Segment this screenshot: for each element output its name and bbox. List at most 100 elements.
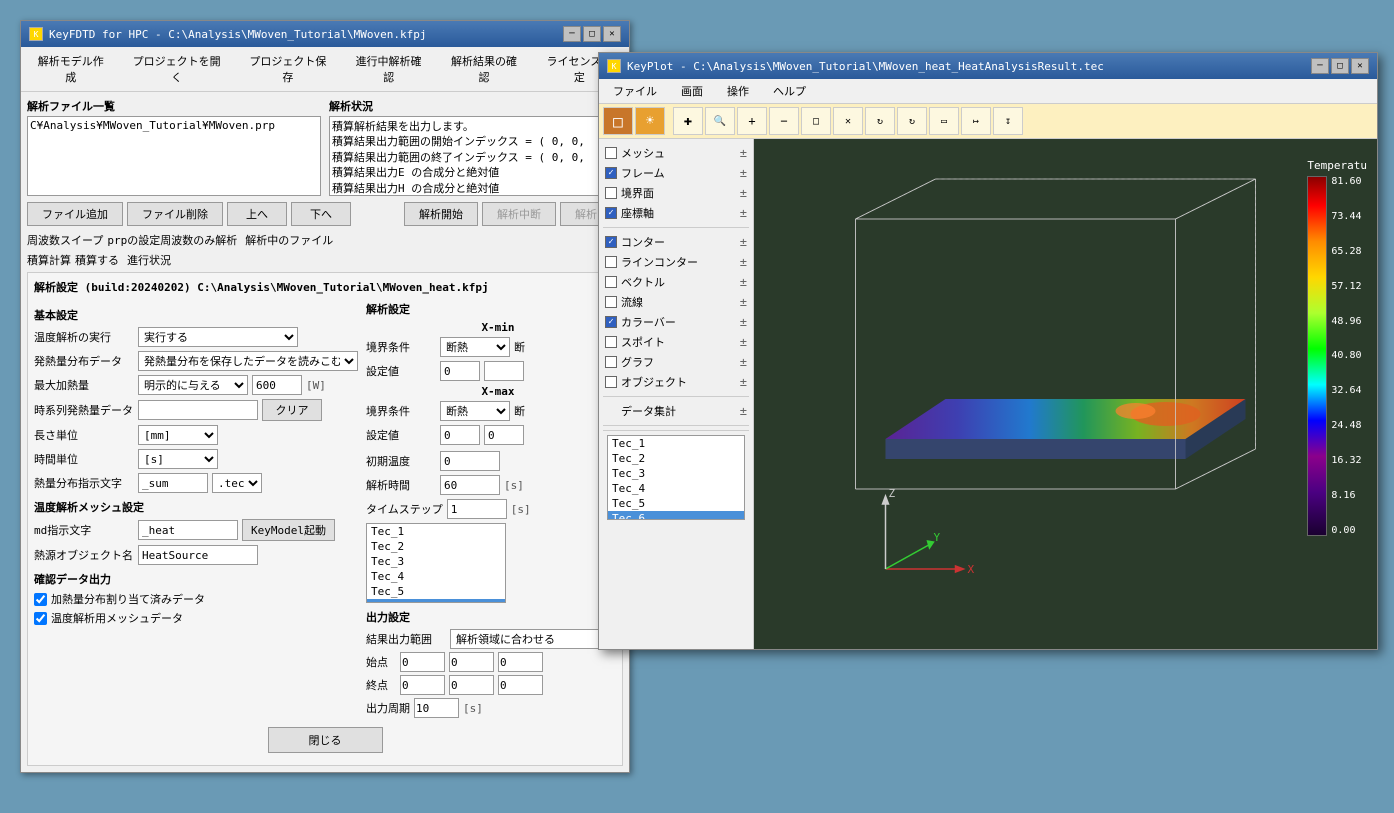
mesh-plus[interactable]: ± [740,146,747,160]
graph-checkbox[interactable] [605,356,617,368]
end-x[interactable] [400,675,445,695]
colorbar-plus[interactable]: ± [740,315,747,329]
start-y[interactable] [449,652,494,672]
close-button[interactable]: ✕ [603,26,621,42]
tec-item-0[interactable]: Tec_1 [367,524,505,539]
menu-model[interactable]: 解析モデル作成 [23,49,118,89]
heat-text-input[interactable] [138,473,208,493]
time-unit-select[interactable]: [s] [138,449,218,469]
axes-plus[interactable]: ± [740,206,747,220]
analysis-time-input[interactable] [440,475,500,495]
mesh-item[interactable]: メッシュ ± [603,143,749,163]
kp-minimize-button[interactable]: ─ [1311,58,1329,74]
end-z[interactable] [498,675,543,695]
initial-temp-input[interactable] [440,451,500,471]
move-up-button[interactable]: 上へ [227,202,287,226]
maximize-button[interactable]: □ [583,26,601,42]
tec-item-1[interactable]: Tec_2 [367,539,505,554]
object-item[interactable]: オブジェクト ± [603,372,749,392]
max-heat-mode-select[interactable]: 明示的に与える [138,375,248,395]
view-3d-button[interactable]: □ [603,107,633,135]
frame-plus[interactable]: ± [740,166,747,180]
file-delete-button[interactable]: ファイル削除 [127,202,223,226]
start-z[interactable] [498,652,543,672]
set-xmin-input1[interactable] [440,361,480,381]
kp-tec-1[interactable]: Tec_1 [608,436,744,451]
frame-item[interactable]: ✓ フレーム ± [603,163,749,183]
analysis-start-button[interactable]: 解析開始 [404,202,478,226]
move-button[interactable]: ✚ [673,107,703,135]
graph-item[interactable]: グラフ ± [603,352,749,372]
kp-close-button[interactable]: ✕ [1351,58,1369,74]
data-summary-item[interactable]: データ集計 ± [603,401,749,421]
menu-results[interactable]: 解析結果の確認 [436,49,531,89]
temp-exec-select[interactable]: 実行する [138,327,298,347]
zoom-rect-button[interactable]: 🔍 [705,107,735,135]
kp-tec-5[interactable]: Tec_5 [608,496,744,511]
boundary-item[interactable]: 境界面 ± [603,183,749,203]
vector-checkbox[interactable] [605,276,617,288]
time-series-input[interactable] [138,400,258,420]
length-unit-select[interactable]: [mm] [138,425,218,445]
export-button[interactable]: ↧ [993,107,1023,135]
timestep-input[interactable] [447,499,507,519]
minimize-button[interactable]: ─ [563,26,581,42]
line-contour-item[interactable]: ラインコンター ± [603,252,749,272]
menu-progress[interactable]: 進行中解析確認 [341,49,436,89]
colorbar-item[interactable]: ✓ カラーバー ± [603,312,749,332]
sun-button[interactable]: ☀ [635,107,665,135]
kp-tec-2[interactable]: Tec_2 [608,451,744,466]
rotate-button[interactable]: ↻ [865,107,895,135]
eyedropper-plus[interactable]: ± [740,335,747,349]
axes-item[interactable]: ✓ 座標軸 ± [603,203,749,223]
kp-tec-list[interactable]: Tec_1 Tec_2 Tec_3 Tec_4 Tec_5 Tec_6 [607,435,745,520]
tec-file-list[interactable]: Tec_1 Tec_2 Tec_3 Tec_4 Tec_5 Tec_6 [366,523,506,603]
confirm-check-0[interactable] [34,593,47,606]
streamline-item[interactable]: 流線 ± [603,292,749,312]
vector-item[interactable]: ベクトル ± [603,272,749,292]
data-summary-plus[interactable]: ± [740,404,747,418]
contour-item[interactable]: ✓ コンター ± [603,232,749,252]
keymodel-button[interactable]: KeyModel起動 [242,519,335,541]
tec-item-2[interactable]: Tec_3 [367,554,505,569]
tec-item-3[interactable]: Tec_4 [367,569,505,584]
heat-dist-select[interactable]: 発熱量分布を保存したデータを読みこむ [138,351,358,371]
md-input[interactable] [138,520,238,540]
boundary-checkbox[interactable] [605,187,617,199]
kp-menu-operate[interactable]: 操作 [715,81,761,101]
object-plus[interactable]: ± [740,375,747,389]
max-heat-input[interactable] [252,375,302,395]
object-checkbox[interactable] [605,376,617,388]
zoom-in-button[interactable]: + [737,107,767,135]
set-xmin-input2[interactable] [484,361,524,381]
visualization-area[interactable]: X Y Z Temperatu 81.60 [754,139,1377,649]
move-down-button[interactable]: 下へ [291,202,351,226]
set-xmax-input2[interactable] [484,425,524,445]
confirm-check-1[interactable] [34,612,47,625]
analysis-stop-button[interactable]: 解析中断 [482,202,556,226]
bc-xmin-select[interactable]: 断熱 [440,337,510,357]
kp-tec-3[interactable]: Tec_3 [608,466,744,481]
plane-button[interactable]: ▭ [929,107,959,135]
boundary-plus[interactable]: ± [740,186,747,200]
streamline-plus[interactable]: ± [740,295,747,309]
time-series-clear-button[interactable]: クリア [262,399,322,421]
contour-checkbox[interactable]: ✓ [605,236,617,248]
heat-src-input[interactable] [138,545,258,565]
menu-open[interactable]: プロジェクトを開く [118,49,234,89]
set-xmax-input1[interactable] [440,425,480,445]
zoom-out-button[interactable]: − [769,107,799,135]
kp-tec-6[interactable]: Tec_6 [608,511,744,520]
graph-plus[interactable]: ± [740,355,747,369]
line-contour-checkbox[interactable] [605,256,617,268]
start-x[interactable] [400,652,445,672]
end-y[interactable] [449,675,494,695]
streamline-checkbox[interactable] [605,296,617,308]
colorbar-checkbox[interactable]: ✓ [605,316,617,328]
vector-plus[interactable]: ± [740,275,747,289]
eyedropper-item[interactable]: スポイト ± [603,332,749,352]
bc-xmax-select[interactable]: 断熱 [440,401,510,421]
axes-checkbox[interactable]: ✓ [605,207,617,219]
measure-button[interactable]: ↦ [961,107,991,135]
kp-tec-4[interactable]: Tec_4 [608,481,744,496]
